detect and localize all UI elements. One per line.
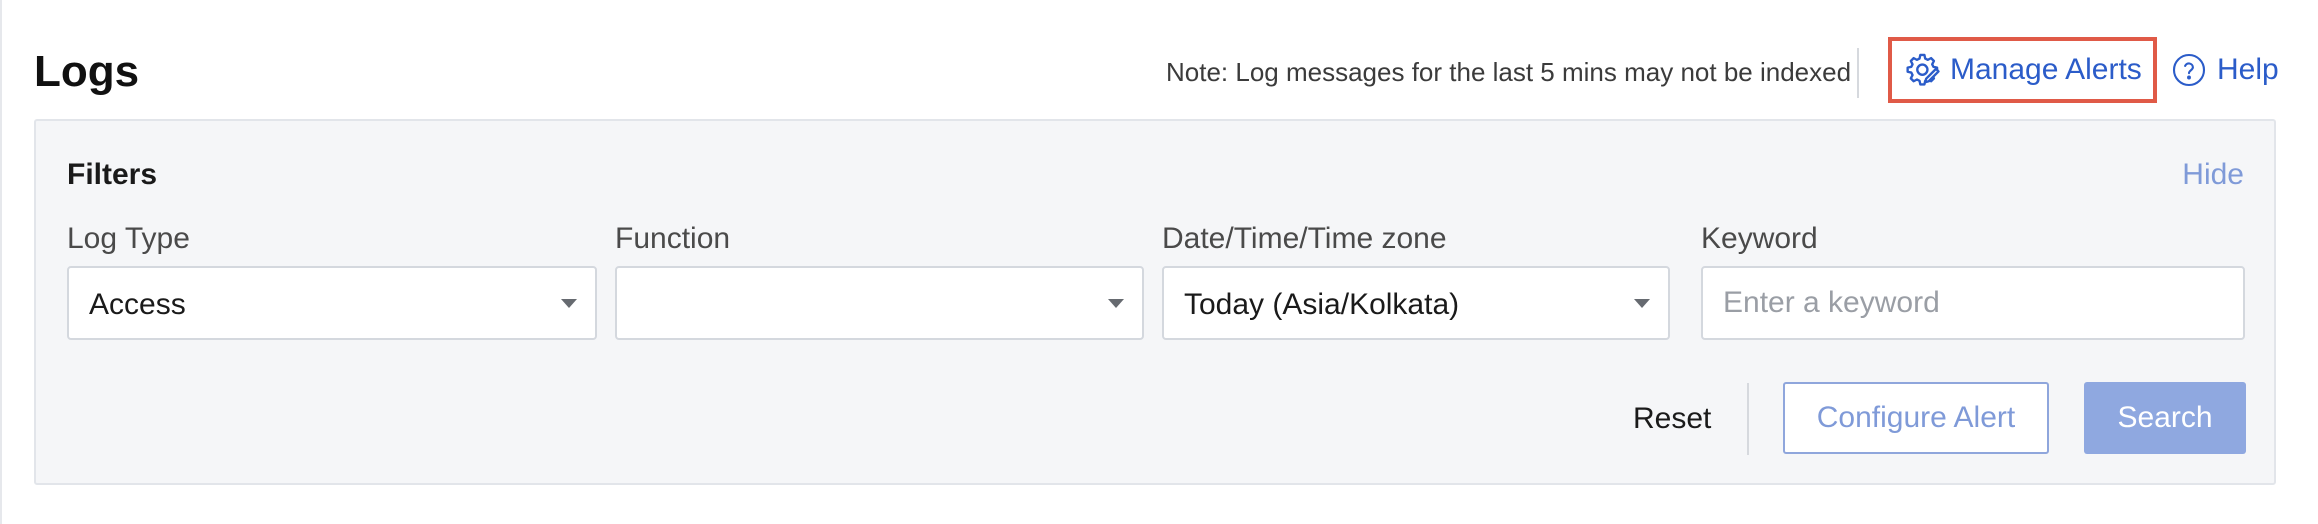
configure-alert-button[interactable]: Configure Alert [1783, 382, 2049, 454]
caret-down-icon [1108, 299, 1124, 308]
indexing-note: Note: Log messages for the last 5 mins m… [1166, 57, 1852, 87]
log-type-label: Log Type [67, 222, 190, 255]
manage-alerts-label: Manage Alerts [1950, 53, 2142, 86]
hide-filters-link[interactable]: Hide [2182, 157, 2244, 193]
logs-page: Logs Note: Log messages for the last 5 m… [0, 0, 2318, 524]
function-label: Function [615, 222, 731, 255]
search-button[interactable]: Search [2084, 382, 2246, 454]
caret-down-icon [561, 299, 577, 308]
reset-button[interactable]: Reset [1633, 401, 1711, 437]
filters-panel: Filters Hide Log Type Access Function Da… [34, 119, 2276, 485]
datetime-value: Today (Asia/Kolkata) [1184, 288, 1460, 321]
datetime-select[interactable]: Today (Asia/Kolkata) [1162, 266, 1670, 340]
function-select[interactable] [615, 266, 1144, 340]
caret-down-icon [1634, 299, 1650, 308]
log-type-select[interactable]: Access [67, 266, 597, 340]
filters-title: Filters [67, 158, 158, 191]
keyword-input[interactable] [1701, 266, 2245, 340]
manage-alerts-link[interactable]: Manage Alerts [1888, 37, 2157, 103]
keyword-label: Keyword [1701, 222, 1818, 255]
page-title: Logs [34, 47, 140, 96]
header-divider [1857, 48, 1859, 98]
help-label: Help [2217, 53, 2279, 86]
log-type-value: Access [89, 288, 186, 321]
question-circle-icon [2172, 53, 2206, 87]
actions-divider [1747, 383, 1749, 455]
help-link[interactable]: Help [2171, 52, 2279, 88]
left-border [0, 0, 2, 524]
gear-pencil-icon [1906, 53, 1940, 86]
datetime-label: Date/Time/Time zone [1162, 222, 1447, 255]
